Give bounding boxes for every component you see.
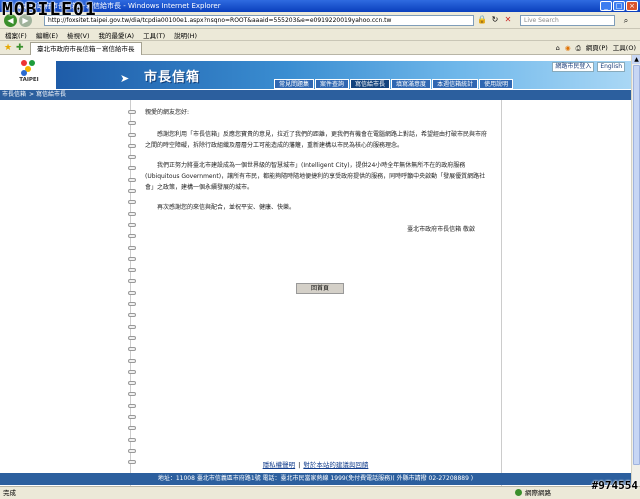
tab-help[interactable]: 使用說明 <box>479 79 514 89</box>
search-icon[interactable]: ⌕ <box>619 15 633 26</box>
status-text: 完成 <box>3 489 16 497</box>
watermark-id: #974554 <box>591 479 638 492</box>
menu-favorites[interactable]: 我的最愛(A) <box>99 30 135 40</box>
close-icon[interactable]: × <box>626 1 638 11</box>
site-header: TAIPEI ➤ 市長信箱 網路市民登入 English 常見問題集 案件查詢 … <box>0 55 631 90</box>
footer-address: 地址：11008 臺北市信義區市府路1號 電話：臺北市民當家熱線 1999(免付… <box>0 473 631 485</box>
home-icon[interactable]: ⌂ <box>556 43 560 53</box>
address-input[interactable]: http://foxsitet.taipei.gov.tw/dia/tcpdia… <box>44 15 474 26</box>
letter-paragraph-1: 感謝您利用「市長信箱」反應您寶貴的意見，拉近了我們的距離，更我們有機會在電腦網路… <box>145 131 488 149</box>
security-zone: 網際網路 <box>515 488 551 498</box>
letter-paragraph-2: 我們正努力將臺北市建設成為一個世界級的智慧城市」(Intelligent Cit… <box>145 162 486 191</box>
search-input[interactable]: Live Search <box>520 15 615 26</box>
scroll-thumb[interactable] <box>633 65 640 465</box>
footer-links: 隱私權聲明 | 對於本站的建議與回饋 <box>0 460 631 470</box>
citizen-login-link[interactable]: 網路市民登入 <box>552 62 595 72</box>
top-links: 網路市民登入 English <box>552 62 625 72</box>
tab-write-letter[interactable]: 寫信給市長 <box>350 79 391 89</box>
home-button[interactable]: 回首頁 <box>296 283 344 294</box>
watermark-logo: MOBILE01 <box>2 0 97 20</box>
web-page: TAIPEI ➤ 市長信箱 網路市民登入 English 常見問題集 案件查詢 … <box>0 55 640 486</box>
print-icon[interactable]: ⎙ <box>576 43 581 53</box>
zone-label: 網際網路 <box>525 489 551 497</box>
binder-rings <box>128 110 136 480</box>
menu-edit[interactable]: 編輯(E) <box>36 30 58 40</box>
letter-greeting: 親愛的網友您好: <box>145 109 190 116</box>
address-actions: 🔒 ↻ ✕ <box>477 15 513 25</box>
letter-body: 親愛的網友您好: 感謝您利用「市長信箱」反應您寶貴的意見，拉近了我們的距離，更我… <box>145 107 487 239</box>
tools-menu[interactable]: 工具(O) <box>613 43 636 53</box>
tab-satisfaction[interactable]: 填寫滿意度 <box>391 79 432 89</box>
breadcrumb-home[interactable]: 市長信箱 <box>0 91 26 98</box>
favorites-star-icon[interactable]: ★ <box>4 43 12 53</box>
letter-paragraph-3: 再次感謝您的來信與配合，並祝平安、健康、快樂。 <box>157 204 296 211</box>
browser-tab[interactable]: 臺北市政府市長信箱－寫信給市長 <box>30 42 142 55</box>
letter-signature: 臺北市政府市長信箱 敬啟 <box>407 226 475 233</box>
page-menu[interactable]: 網頁(P) <box>586 43 608 53</box>
privacy-link[interactable]: 隱私權聲明 <box>263 461 296 469</box>
feedback-link[interactable]: 對於本站的建議與回饋 <box>303 461 368 469</box>
add-favorite-icon[interactable]: ✚ <box>16 43 24 53</box>
english-link[interactable]: English <box>597 62 625 72</box>
tab-weekly-stats[interactable]: 本週信箱統計 <box>432 79 479 89</box>
banner-title: 市長信箱 <box>144 70 201 85</box>
refresh-icon[interactable]: ↻ <box>490 15 500 25</box>
breadcrumb-current: 寫信給市長 <box>36 91 67 98</box>
breadcrumb: 市長信箱 > 寫信給市長 <box>0 90 631 100</box>
site-tabs: 常見問題集 案件查詢 寫信給市長 填寫滿意度 本週信箱統計 使用說明 <box>274 79 514 89</box>
tab-case-query[interactable]: 案件查詢 <box>315 79 350 89</box>
status-bar: 完成 網際網路 <box>0 486 640 499</box>
maximize-icon[interactable]: □ <box>613 1 625 11</box>
vertical-scrollbar[interactable]: ▲ <box>631 55 640 486</box>
minimize-icon[interactable]: _ <box>600 1 612 11</box>
lock-icon[interactable]: 🔒 <box>477 15 487 25</box>
logo-text: TAIPEI <box>19 77 39 83</box>
tab-faq[interactable]: 常見問題集 <box>274 79 315 89</box>
menu-help[interactable]: 說明(H) <box>174 30 197 40</box>
taipei-logo-mark <box>21 60 37 76</box>
menu-file[interactable]: 檔案(F) <box>5 30 27 40</box>
globe-icon <box>515 489 522 496</box>
menu-view[interactable]: 檢視(V) <box>67 30 90 40</box>
breadcrumb-separator: > <box>29 91 35 98</box>
stop-icon[interactable]: ✕ <box>503 15 513 25</box>
menu-tools[interactable]: 工具(T) <box>143 30 165 40</box>
arrow-icon: ➤ <box>120 72 130 85</box>
menu-bar: 檔案(F) 編輯(E) 檢視(V) 我的最愛(A) 工具(T) 說明(H) <box>0 29 640 41</box>
feeds-icon[interactable]: ◉ <box>565 43 571 53</box>
command-bar: ★ ✚ 臺北市政府市長信箱－寫信給市長 ⌂ ◉ ⎙ 網頁(P) 工具(O) <box>0 41 640 55</box>
scroll-up-icon[interactable]: ▲ <box>632 55 640 64</box>
taipei-logo[interactable]: TAIPEI <box>14 60 44 88</box>
command-items: ⌂ ◉ ⎙ 網頁(P) 工具(O) <box>556 43 636 53</box>
window-controls: _ □ × <box>600 1 638 11</box>
